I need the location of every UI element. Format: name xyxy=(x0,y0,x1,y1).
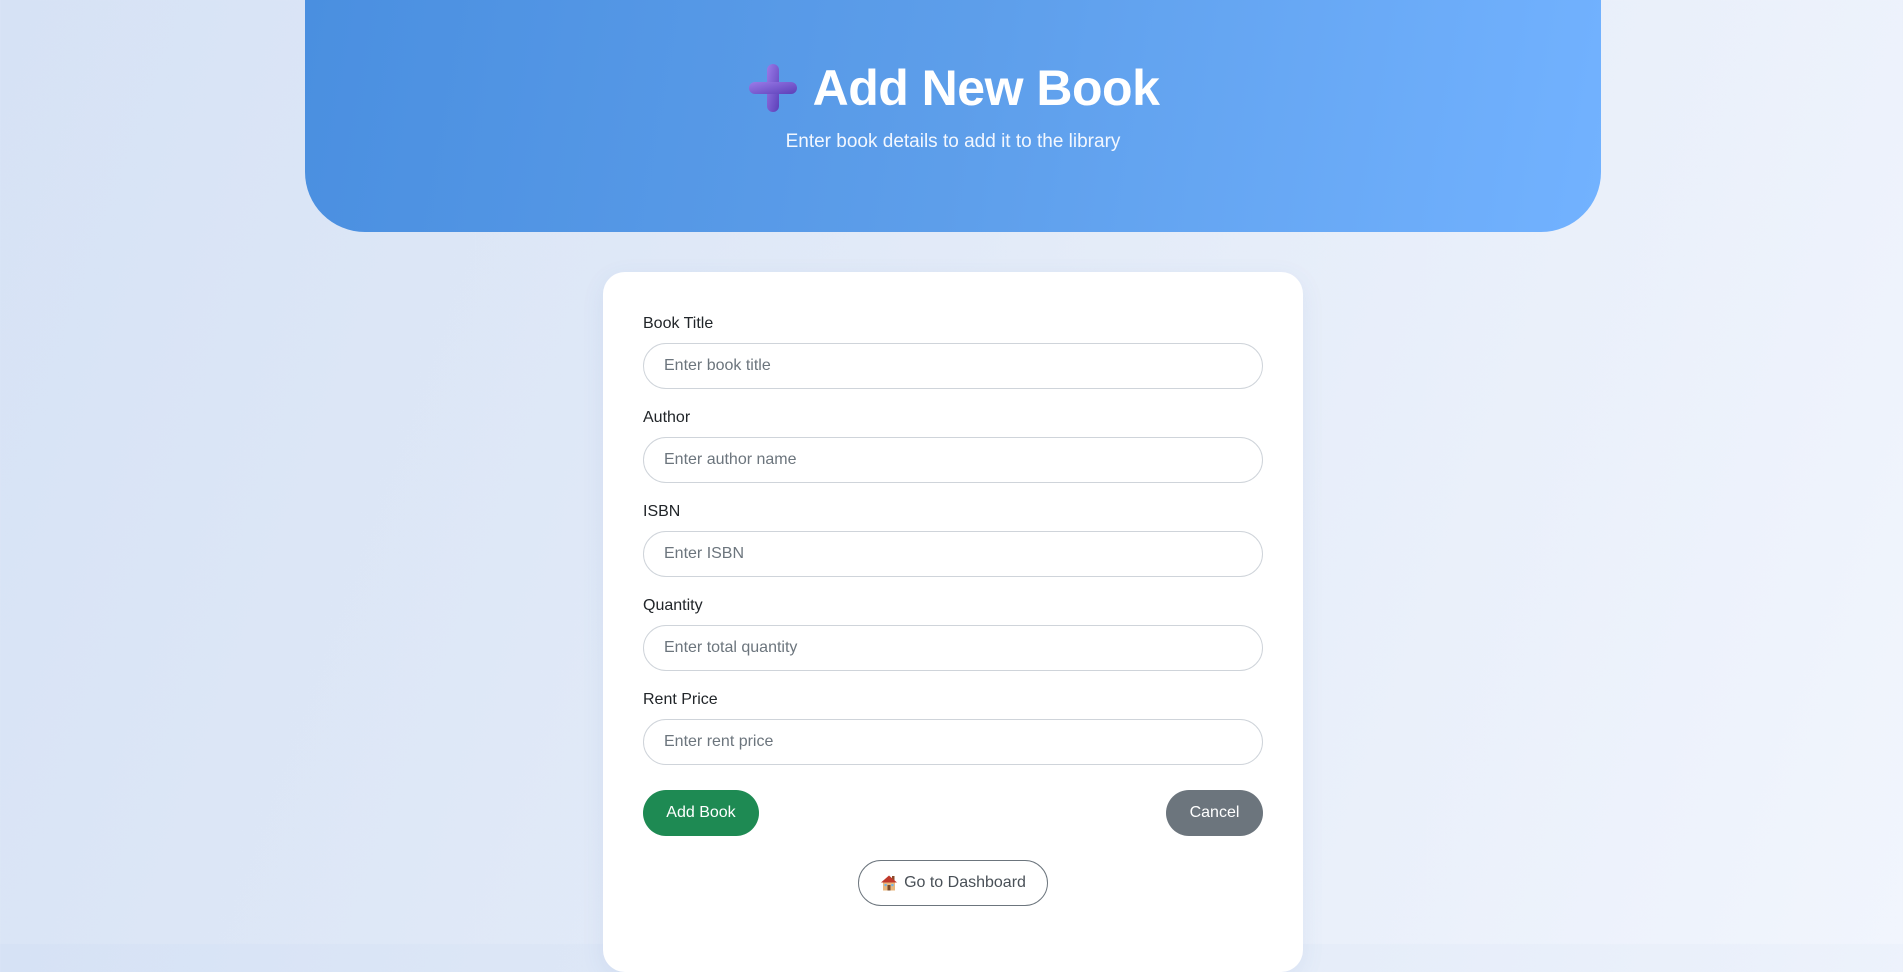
add-book-button[interactable]: Add Book xyxy=(643,790,759,836)
header-title-row: Add New Book xyxy=(305,60,1601,116)
add-book-form-card: Book Title Author ISBN Quantity Rent Pri… xyxy=(603,272,1303,972)
rent-price-input[interactable] xyxy=(643,719,1263,765)
quantity-input[interactable] xyxy=(643,625,1263,671)
book-title-label: Book Title xyxy=(643,315,714,332)
cancel-button[interactable]: Cancel xyxy=(1166,790,1263,836)
quantity-label: Quantity xyxy=(643,597,703,614)
author-label: Author xyxy=(643,409,691,426)
page-header: Add New Book Enter book details to add i… xyxy=(305,0,1601,232)
go-to-dashboard-button[interactable]: Go to Dashboard xyxy=(858,860,1048,906)
isbn-label: ISBN xyxy=(643,503,681,520)
house-icon xyxy=(880,874,898,892)
page-title: Add New Book xyxy=(812,60,1160,116)
author-input[interactable] xyxy=(643,437,1263,483)
book-title-input[interactable] xyxy=(643,343,1263,389)
go-to-dashboard-label: Go to Dashboard xyxy=(904,874,1026,891)
isbn-input[interactable] xyxy=(643,531,1263,577)
plus-icon xyxy=(747,62,799,114)
rent-price-label: Rent Price xyxy=(643,691,718,708)
page-subtitle: Enter book details to add it to the libr… xyxy=(785,131,1121,152)
